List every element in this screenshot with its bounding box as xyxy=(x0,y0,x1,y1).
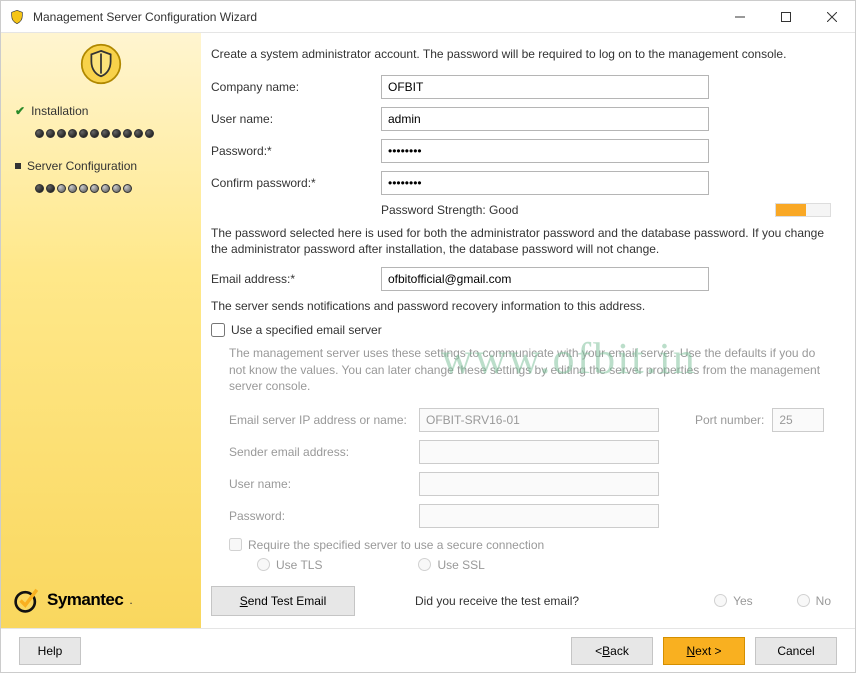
require-secure-checkbox[interactable] xyxy=(229,538,242,551)
no-radio[interactable] xyxy=(797,594,810,607)
specified-server-group: The management server uses these setting… xyxy=(211,345,831,572)
use-specified-server-label: Use a specified email server xyxy=(231,323,382,337)
smtp-pass-input[interactable] xyxy=(419,504,659,528)
port-label: Port number: xyxy=(695,413,764,427)
use-ssl-radio[interactable] xyxy=(418,558,431,571)
titlebar: Management Server Configuration Wizard xyxy=(1,1,855,33)
password-label: Password:* xyxy=(211,144,381,158)
check-icon: ✔ xyxy=(15,104,25,118)
brand-dot: . xyxy=(129,593,132,607)
help-button[interactable]: Help xyxy=(19,637,81,665)
step-installation: ✔ Installation xyxy=(13,99,189,123)
confirm-password-input[interactable] xyxy=(381,171,709,195)
minimize-button[interactable] xyxy=(717,1,763,33)
smtp-user-label: User name: xyxy=(229,477,411,491)
password-strength-bar xyxy=(775,203,831,217)
smtp-pass-label: Password: xyxy=(229,509,411,523)
password-input[interactable] xyxy=(381,139,709,163)
smtp-user-input[interactable] xyxy=(419,472,659,496)
no-label: No xyxy=(816,594,831,608)
step-label: Server Configuration xyxy=(27,159,137,173)
sender-input[interactable] xyxy=(419,440,659,464)
main-panel: Create a system administrator account. T… xyxy=(201,33,855,628)
port-input[interactable] xyxy=(772,408,824,432)
back-button[interactable]: < Back xyxy=(571,637,653,665)
server-progress-dots xyxy=(13,178,189,209)
cancel-button[interactable]: Cancel xyxy=(755,637,837,665)
brand-text: Symantec xyxy=(47,590,123,610)
yes-radio[interactable] xyxy=(714,594,727,607)
use-tls-label: Use TLS xyxy=(276,558,322,572)
use-specified-server-checkbox[interactable] xyxy=(211,323,225,337)
email-input[interactable] xyxy=(381,267,709,291)
confirm-label: Confirm password:* xyxy=(211,176,381,190)
use-tls-radio[interactable] xyxy=(257,558,270,571)
intro-text: Create a system administrator account. T… xyxy=(211,47,831,61)
username-input[interactable] xyxy=(381,107,709,131)
window-buttons xyxy=(717,1,855,33)
ip-input[interactable] xyxy=(419,408,659,432)
step-label: Installation xyxy=(31,104,88,118)
close-button[interactable] xyxy=(809,1,855,33)
bullet-icon xyxy=(15,163,21,169)
email-label: Email address:* xyxy=(211,272,381,286)
email-note: The server sends notifications and passw… xyxy=(211,299,831,313)
symantec-check-icon xyxy=(13,586,41,614)
step-server-configuration: Server Configuration xyxy=(13,154,189,178)
receive-question: Did you receive the test email? xyxy=(415,594,579,608)
footer: Help < Back Next > Cancel xyxy=(1,628,855,672)
company-input[interactable] xyxy=(381,75,709,99)
require-secure-label: Require the specified server to use a se… xyxy=(248,538,544,552)
ip-label: Email server IP address or name: xyxy=(229,413,411,427)
next-button[interactable]: Next > xyxy=(663,637,745,665)
sidebar: ✔ Installation Server Configuration Syma… xyxy=(1,33,201,628)
send-test-email-button[interactable]: Send Test Email xyxy=(211,586,355,616)
maximize-button[interactable] xyxy=(763,1,809,33)
installation-progress-dots xyxy=(13,123,189,154)
shield-icon xyxy=(80,43,122,85)
password-strength-label: Password Strength: Good xyxy=(381,203,518,217)
symantec-logo: Symantec. xyxy=(13,576,189,618)
yes-label: Yes xyxy=(733,594,753,608)
company-label: Company name: xyxy=(211,80,381,94)
use-ssl-label: Use SSL xyxy=(437,558,484,572)
window-title: Management Server Configuration Wizard xyxy=(33,10,717,24)
user-label: User name: xyxy=(211,112,381,126)
specified-note: The management server uses these setting… xyxy=(229,345,831,394)
sender-label: Sender email address: xyxy=(229,445,411,459)
app-shield-icon xyxy=(9,9,25,25)
password-note: The password selected here is used for b… xyxy=(211,225,831,257)
